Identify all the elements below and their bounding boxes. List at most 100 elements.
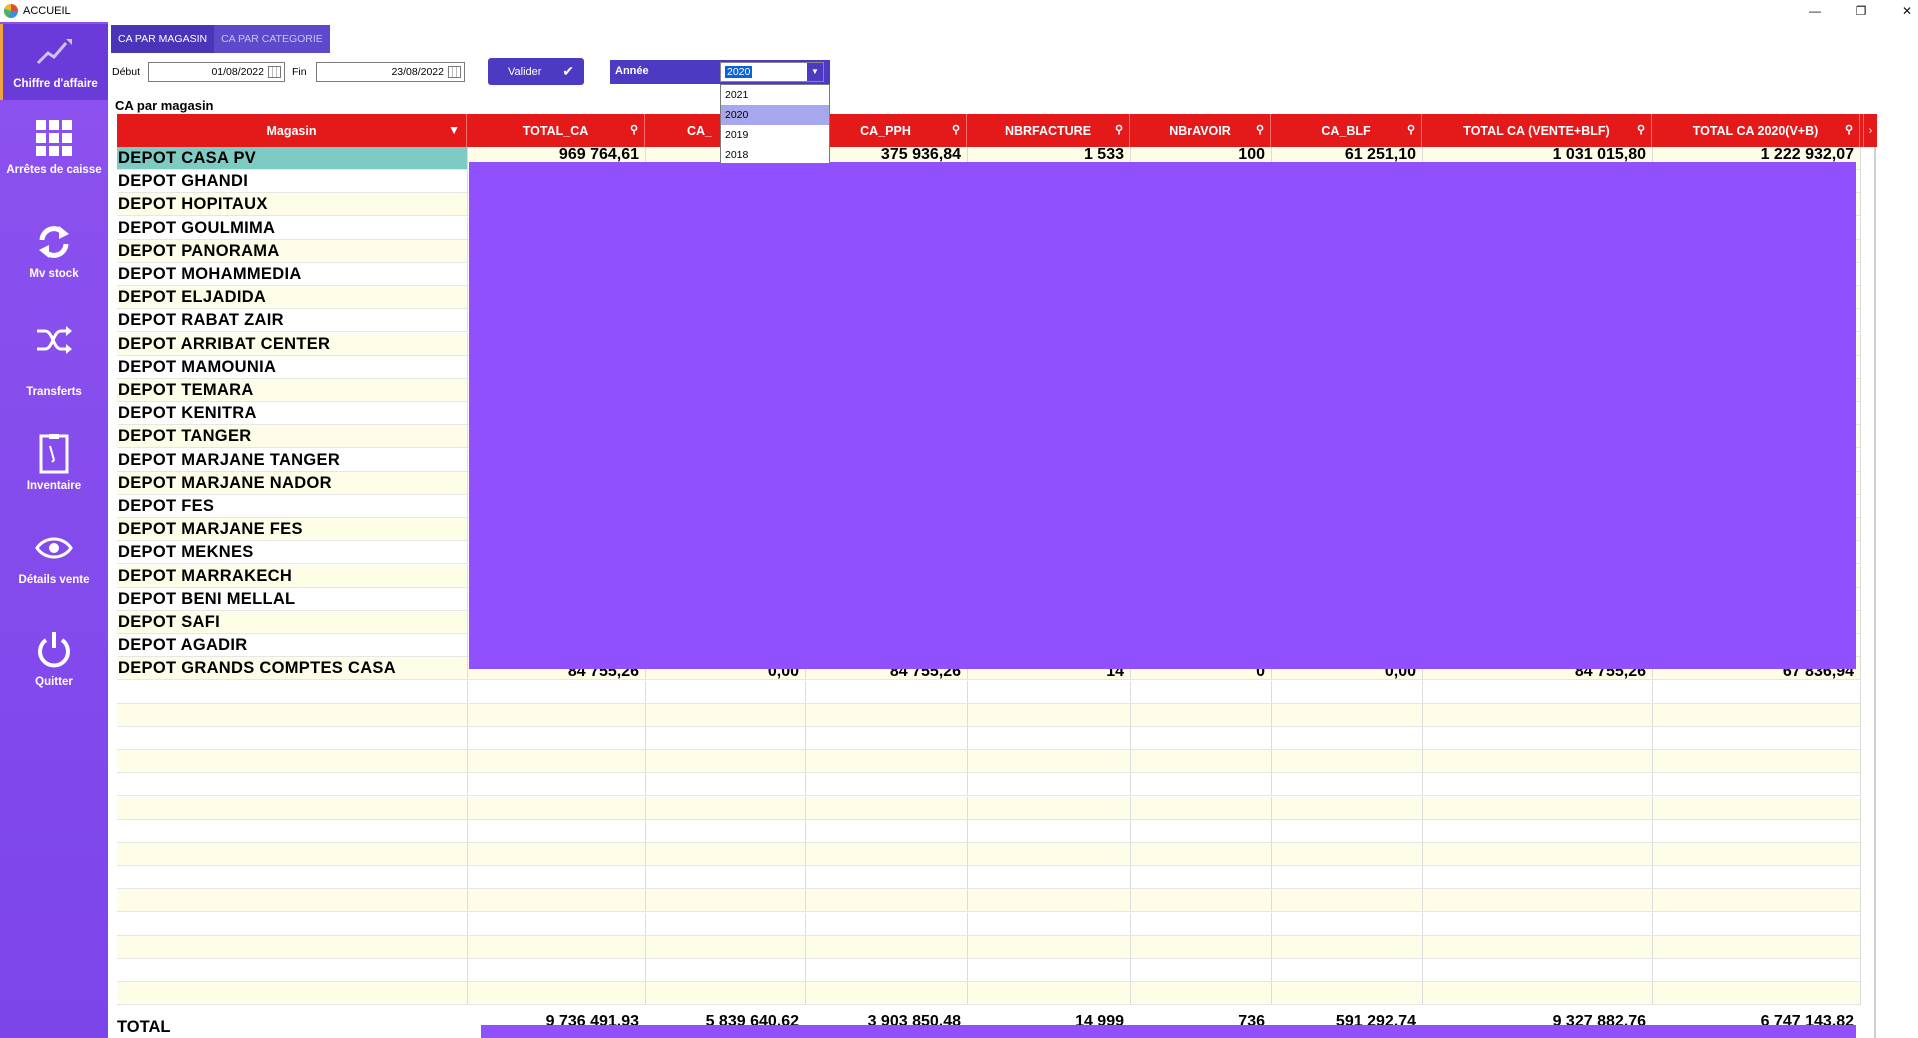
sidebar-item-chiffre-affaire[interactable]: Chiffre d'affaire — [0, 24, 108, 100]
column-divider — [1130, 703, 1131, 727]
column-divider — [467, 843, 468, 866]
table-row[interactable] — [117, 750, 1861, 774]
column-divider — [1652, 866, 1653, 890]
table-row[interactable] — [117, 935, 1861, 959]
column-header-label: CA_PPH — [860, 123, 911, 138]
column-divider — [645, 727, 646, 750]
column-divider — [467, 611, 468, 634]
column-divider — [1422, 819, 1423, 843]
magasin-cell — [117, 750, 467, 774]
table-row[interactable] — [117, 959, 1861, 982]
table-row[interactable] — [117, 982, 1861, 1006]
minimize-button[interactable]: — — [1792, 0, 1838, 22]
magasin-cell: DEPOT MARRAKECH — [117, 564, 467, 588]
column-divider — [467, 170, 468, 194]
magasin-cell: DEPOT GHANDI — [117, 170, 467, 194]
search-icon[interactable]: ⚲ — [1115, 123, 1123, 136]
annee-option[interactable]: 2019 — [721, 125, 829, 145]
column-divider — [1422, 773, 1423, 797]
scroll-right-icon[interactable]: › — [1863, 114, 1877, 147]
sidebar-item-transferts[interactable]: Transferts — [0, 320, 108, 420]
column-header-magasin[interactable]: Magasin ▼ — [117, 114, 467, 147]
sidebar-item-details-vente[interactable]: Détails vente — [0, 528, 108, 608]
table-row[interactable] — [117, 773, 1861, 797]
annee-input[interactable]: 2020 ▼ — [720, 62, 824, 82]
table-row[interactable] — [117, 912, 1861, 936]
magasin-cell — [117, 680, 467, 704]
search-icon[interactable]: ⚲ — [1407, 123, 1415, 136]
column-divider — [1271, 935, 1272, 959]
column-divider — [1130, 889, 1131, 913]
column-divider — [1130, 866, 1131, 890]
calendar-icon[interactable] — [448, 66, 461, 78]
tab-ca-par-categorie[interactable]: CA PAR CATEGORIE — [214, 25, 330, 53]
column-divider — [1652, 889, 1653, 913]
table-row[interactable] — [117, 819, 1861, 843]
column-divider — [1860, 448, 1861, 472]
column-divider — [1860, 634, 1861, 658]
column-divider — [1271, 889, 1272, 913]
column-divider — [805, 750, 806, 774]
table-row[interactable] — [117, 727, 1861, 750]
column-divider — [1422, 843, 1423, 866]
sidebar-item-quitter[interactable]: Quitter — [0, 630, 108, 710]
column-divider — [1860, 425, 1861, 449]
column-divider — [467, 796, 468, 820]
column-divider — [1652, 982, 1653, 1006]
tab-ca-par-magasin[interactable]: CA PAR MAGASIN — [111, 25, 215, 53]
column-divider — [1860, 727, 1861, 750]
annee-option[interactable]: 2018 — [721, 145, 829, 163]
column-divider — [1860, 286, 1861, 310]
column-divider — [645, 866, 646, 890]
column-divider — [1860, 982, 1861, 1006]
sidebar-item-mv-stock[interactable]: Mv stock — [0, 222, 108, 292]
fin-label: Fin — [292, 66, 307, 78]
table-row[interactable] — [117, 703, 1861, 727]
table-row[interactable] — [117, 680, 1861, 704]
search-icon[interactable]: ⚲ — [1256, 123, 1264, 136]
magasin-cell: DEPOT MARJANE FES — [117, 518, 467, 542]
column-divider — [1860, 935, 1861, 959]
column-divider — [467, 495, 468, 518]
chevron-down-icon[interactable]: ▼ — [807, 63, 823, 81]
fin-date-field[interactable]: 23/08/2022 — [316, 62, 465, 82]
sidebar-item-label: Chiffre d'affaire — [13, 78, 98, 90]
vertical-scrollbar[interactable] — [1874, 147, 1876, 1038]
app-logo-icon — [4, 4, 18, 18]
calendar-icon[interactable] — [268, 66, 281, 78]
annee-select[interactable]: Année 2020 ▼ — [610, 60, 830, 84]
column-divider — [805, 680, 806, 704]
valider-button[interactable]: Valider ✔ — [488, 58, 584, 85]
title-bar: ACCUEIL — ❐ ✕ — [0, 0, 1918, 22]
magasin-cell — [117, 703, 467, 727]
search-icon[interactable]: ⚲ — [1845, 123, 1853, 136]
magasin-cell: DEPOT TANGER — [117, 425, 467, 449]
column-divider — [1860, 193, 1861, 217]
table-row[interactable] — [117, 843, 1861, 866]
search-icon[interactable]: ⚲ — [1637, 123, 1645, 136]
annee-option[interactable]: 2021 — [721, 85, 829, 105]
sidebar-item-arretes-caisse[interactable]: Arrêtes de caisse — [0, 118, 108, 198]
table-row[interactable] — [117, 796, 1861, 820]
magasin-cell: DEPOT ARRIBAT CENTER — [117, 332, 467, 356]
sidebar-item-inventaire[interactable]: Inventaire — [0, 434, 108, 514]
debut-label: Début — [112, 66, 141, 78]
debut-date-field[interactable]: 01/08/2022 — [148, 62, 285, 82]
column-divider — [467, 587, 468, 611]
column-header-label: Magasin — [266, 123, 317, 138]
table-row[interactable] — [117, 866, 1861, 890]
search-icon[interactable]: ⚲ — [630, 123, 638, 136]
close-button[interactable]: ✕ — [1884, 0, 1918, 22]
table-row[interactable] — [117, 889, 1861, 913]
search-icon[interactable]: ⚲ — [952, 123, 960, 136]
shuffle-icon — [34, 320, 74, 360]
section-title: CA par magasin — [115, 98, 214, 113]
column-divider — [467, 216, 468, 240]
column-divider — [1422, 703, 1423, 727]
filter-icon[interactable]: ▼ — [448, 123, 460, 137]
column-divider — [1860, 471, 1861, 495]
column-divider — [1860, 866, 1861, 890]
column-divider — [467, 193, 468, 217]
annee-option[interactable]: 2020 — [721, 105, 829, 125]
maximize-button[interactable]: ❐ — [1838, 0, 1884, 22]
